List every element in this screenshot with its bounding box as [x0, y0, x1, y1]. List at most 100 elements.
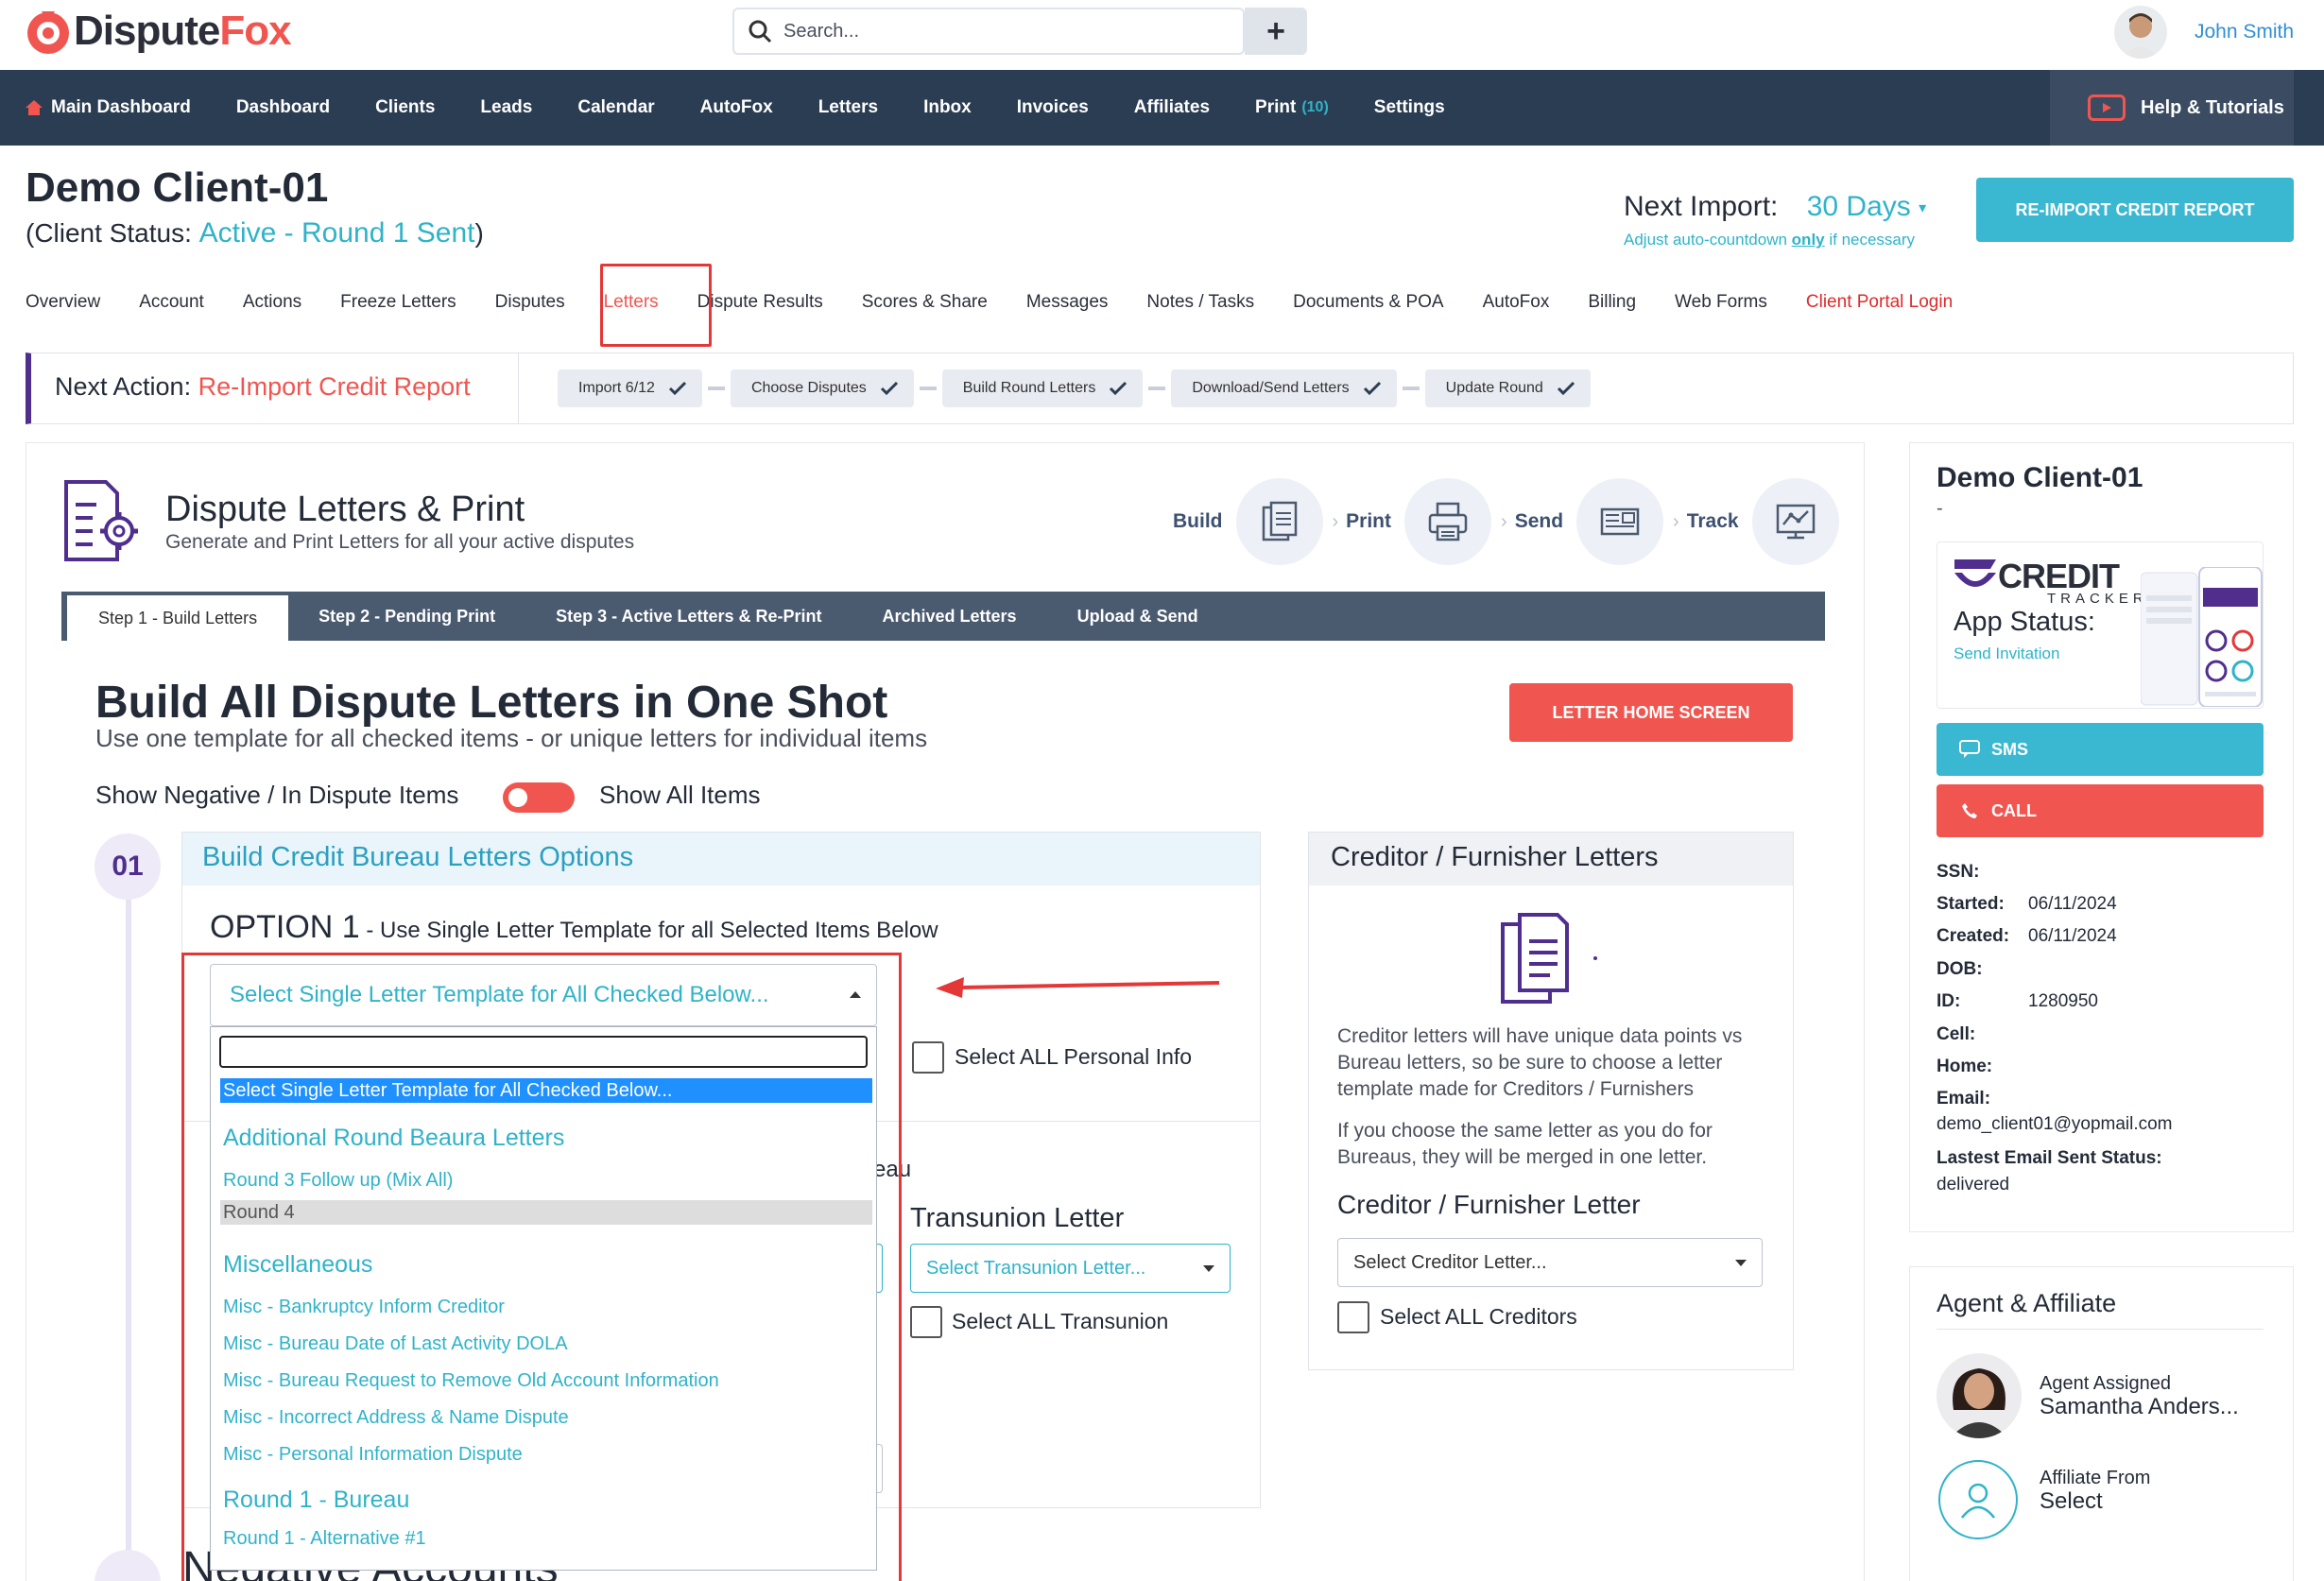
tab-autofox[interactable]: AutoFox	[1483, 292, 1550, 313]
info-label: Email:	[1937, 1089, 1991, 1108]
tab-web-forms[interactable]: Web Forms	[1675, 292, 1767, 313]
tab-freeze-letters[interactable]: Freeze Letters	[340, 292, 456, 313]
nav-inbox[interactable]: Inbox	[923, 97, 972, 118]
help-tutorials-button[interactable]: Help & Tutorials	[2050, 70, 2294, 146]
tab-client-portal-login[interactable]: Client Portal Login	[1806, 292, 1953, 313]
tab-actions[interactable]: Actions	[243, 292, 301, 313]
process-steps: Build › Print › Send › Track	[1165, 478, 1839, 565]
tab-step1-build-letters[interactable]: Step 1 - Build Letters	[67, 595, 289, 641]
nav-clients[interactable]: Clients	[375, 97, 435, 118]
tab-overview[interactable]: Overview	[26, 292, 100, 313]
checkmark-icon	[1557, 381, 1575, 396]
info-label: Created:	[1937, 926, 2010, 946]
step-chip-choose-disputes[interactable]: Choose Disputes	[730, 369, 914, 407]
bureau-options-title: Build Credit Bureau Letters Options	[202, 842, 634, 872]
sidebar-client-subtext: -	[1937, 498, 1943, 519]
client-title: Demo Client-01	[26, 164, 329, 211]
add-button[interactable]: +	[1245, 8, 1307, 55]
letters-title: Dispute Letters & Print	[165, 490, 525, 529]
select-all-personal-checkbox[interactable]	[912, 1041, 944, 1074]
tab-billing[interactable]: Billing	[1588, 292, 1636, 313]
checkmark-icon	[1110, 381, 1128, 396]
send-icon[interactable]	[1576, 478, 1664, 565]
info-email-status: Lastest Email Sent Status:	[1937, 1148, 2162, 1169]
nav-settings[interactable]: Settings	[1374, 97, 1445, 118]
call-button[interactable]: CALL	[1937, 784, 2264, 837]
search-box[interactable]: Search...	[732, 8, 1245, 55]
nav-letters[interactable]: Letters	[818, 97, 878, 118]
nav-calendar[interactable]: Calendar	[577, 97, 654, 118]
tab-step2-pending-print[interactable]: Step 2 - Pending Print	[288, 592, 525, 641]
reimport-credit-report-button[interactable]: RE-IMPORT CREDIT REPORT	[1976, 178, 2294, 242]
send-invitation-link[interactable]: Send Invitation	[1954, 644, 2059, 663]
home-icon	[26, 100, 43, 115]
print-icon[interactable]	[1404, 478, 1492, 565]
nav-affiliates[interactable]: Affiliates	[1134, 97, 1210, 118]
step-label: Choose Disputes	[750, 380, 867, 396]
chevron-right-icon: ›	[1501, 510, 1507, 532]
workflow-steps: Import 6/12 Choose Disputes Build Round …	[558, 369, 1591, 407]
toggle-label-negative: Show Negative / In Dispute Items	[95, 781, 459, 809]
next-import-dropdown[interactable]: 30 Days ▾	[1807, 191, 1926, 222]
transunion-select-value: Select Transunion Letter...	[926, 1257, 1146, 1279]
nav-items: Main Dashboard Dashboard Clients Leads C…	[25, 70, 1490, 146]
chevron-right-icon: ›	[1673, 510, 1679, 532]
tab-messages[interactable]: Messages	[1026, 292, 1109, 313]
step-chip-import[interactable]: Import 6/12	[558, 369, 702, 407]
sms-button[interactable]: SMS	[1937, 723, 2264, 776]
user-avatar[interactable]	[2114, 6, 2167, 59]
creditor-select-value: Select Creditor Letter...	[1353, 1251, 1547, 1273]
creditor-merge-text: If you choose the same letter as you do …	[1337, 1120, 1713, 1168]
step-number-badge: 01	[95, 833, 161, 900]
tab-notes-tasks[interactable]: Notes / Tasks	[1146, 292, 1254, 313]
adjust-post: if necessary	[1824, 231, 1916, 249]
sidebar-client-name: Demo Client-01	[1937, 462, 2143, 493]
user-name[interactable]: John Smith	[2195, 21, 2294, 43]
affiliate-from-select[interactable]: Select	[2040, 1488, 2103, 1515]
tab-dispute-results[interactable]: Dispute Results	[697, 292, 823, 313]
nav-print-label: Print	[1255, 97, 1297, 117]
transunion-letter-select[interactable]: Select Transunion Letter...	[910, 1244, 1231, 1293]
nav-label: Main Dashboard	[51, 97, 191, 117]
agent-assigned-name[interactable]: Samantha Anders...	[2040, 1394, 2239, 1420]
tab-upload-send[interactable]: Upload & Send	[1047, 592, 1229, 641]
creditor-letter-select[interactable]: Select Creditor Letter...	[1337, 1238, 1763, 1287]
nav-autofox[interactable]: AutoFox	[700, 97, 773, 118]
info-ssn: SSN:	[1937, 862, 1979, 883]
track-icon[interactable]	[1751, 478, 1839, 565]
step-chip-update-round[interactable]: Update Round	[1424, 369, 1591, 407]
step-chip-build-round-letters[interactable]: Build Round Letters	[941, 369, 1144, 407]
info-label: ID:	[1937, 991, 1961, 1011]
disputefox-logo[interactable]: Dispute Fox	[23, 4, 292, 59]
tab-scores-share[interactable]: Scores & Share	[862, 292, 988, 313]
label-emphasis: ALL Personal Info	[1020, 1044, 1193, 1069]
build-icon[interactable]	[1235, 478, 1323, 565]
info-label: SSN:	[1937, 862, 1980, 882]
letter-home-screen-button[interactable]: LETTER HOME SCREEN	[1509, 683, 1793, 742]
label-prefix: Select	[955, 1044, 1021, 1069]
nav-leads[interactable]: Leads	[480, 97, 532, 118]
toggle-label-all: Show All Items	[599, 781, 761, 809]
nav-print[interactable]: Print (10)	[1255, 97, 1329, 118]
select-all-transunion-label: Select ALL Transunion	[952, 1309, 1168, 1334]
select-all-creditors-checkbox[interactable]	[1337, 1301, 1369, 1333]
phone-icon	[1962, 803, 1977, 818]
tab-disputes[interactable]: Disputes	[495, 292, 565, 313]
creditor-letter-subtitle: Creditor / Furnisher Letter	[1337, 1190, 1641, 1219]
letter-step-tabs: Step 1 - Build Letters Step 2 - Pending …	[61, 592, 1825, 641]
tab-step3-active-letters[interactable]: Step 3 - Active Letters & Re-Print	[525, 592, 852, 641]
nav-invoices[interactable]: Invoices	[1017, 97, 1089, 118]
affiliate-from-label: Affiliate From	[2040, 1468, 2151, 1488]
creditor-info-text: Creditor letters will have unique data p…	[1337, 1025, 1743, 1100]
select-all-transunion-checkbox[interactable]	[910, 1306, 942, 1338]
info-email-value[interactable]: demo_client01@yopmail.com	[1937, 1114, 2173, 1135]
tab-documents-poa[interactable]: Documents & POA	[1293, 292, 1443, 313]
step-chip-download-send[interactable]: Download/Send Letters	[1171, 369, 1397, 407]
chevron-right-icon: ›	[1332, 510, 1339, 532]
nav-main-dashboard[interactable]: Main Dashboard	[25, 97, 191, 118]
credit-tracker-subtitle: TRACKER	[2047, 591, 2148, 607]
tab-account[interactable]: Account	[139, 292, 204, 313]
tab-archived-letters[interactable]: Archived Letters	[852, 592, 1047, 641]
nav-dashboard[interactable]: Dashboard	[236, 97, 330, 118]
step-connector	[707, 387, 725, 390]
